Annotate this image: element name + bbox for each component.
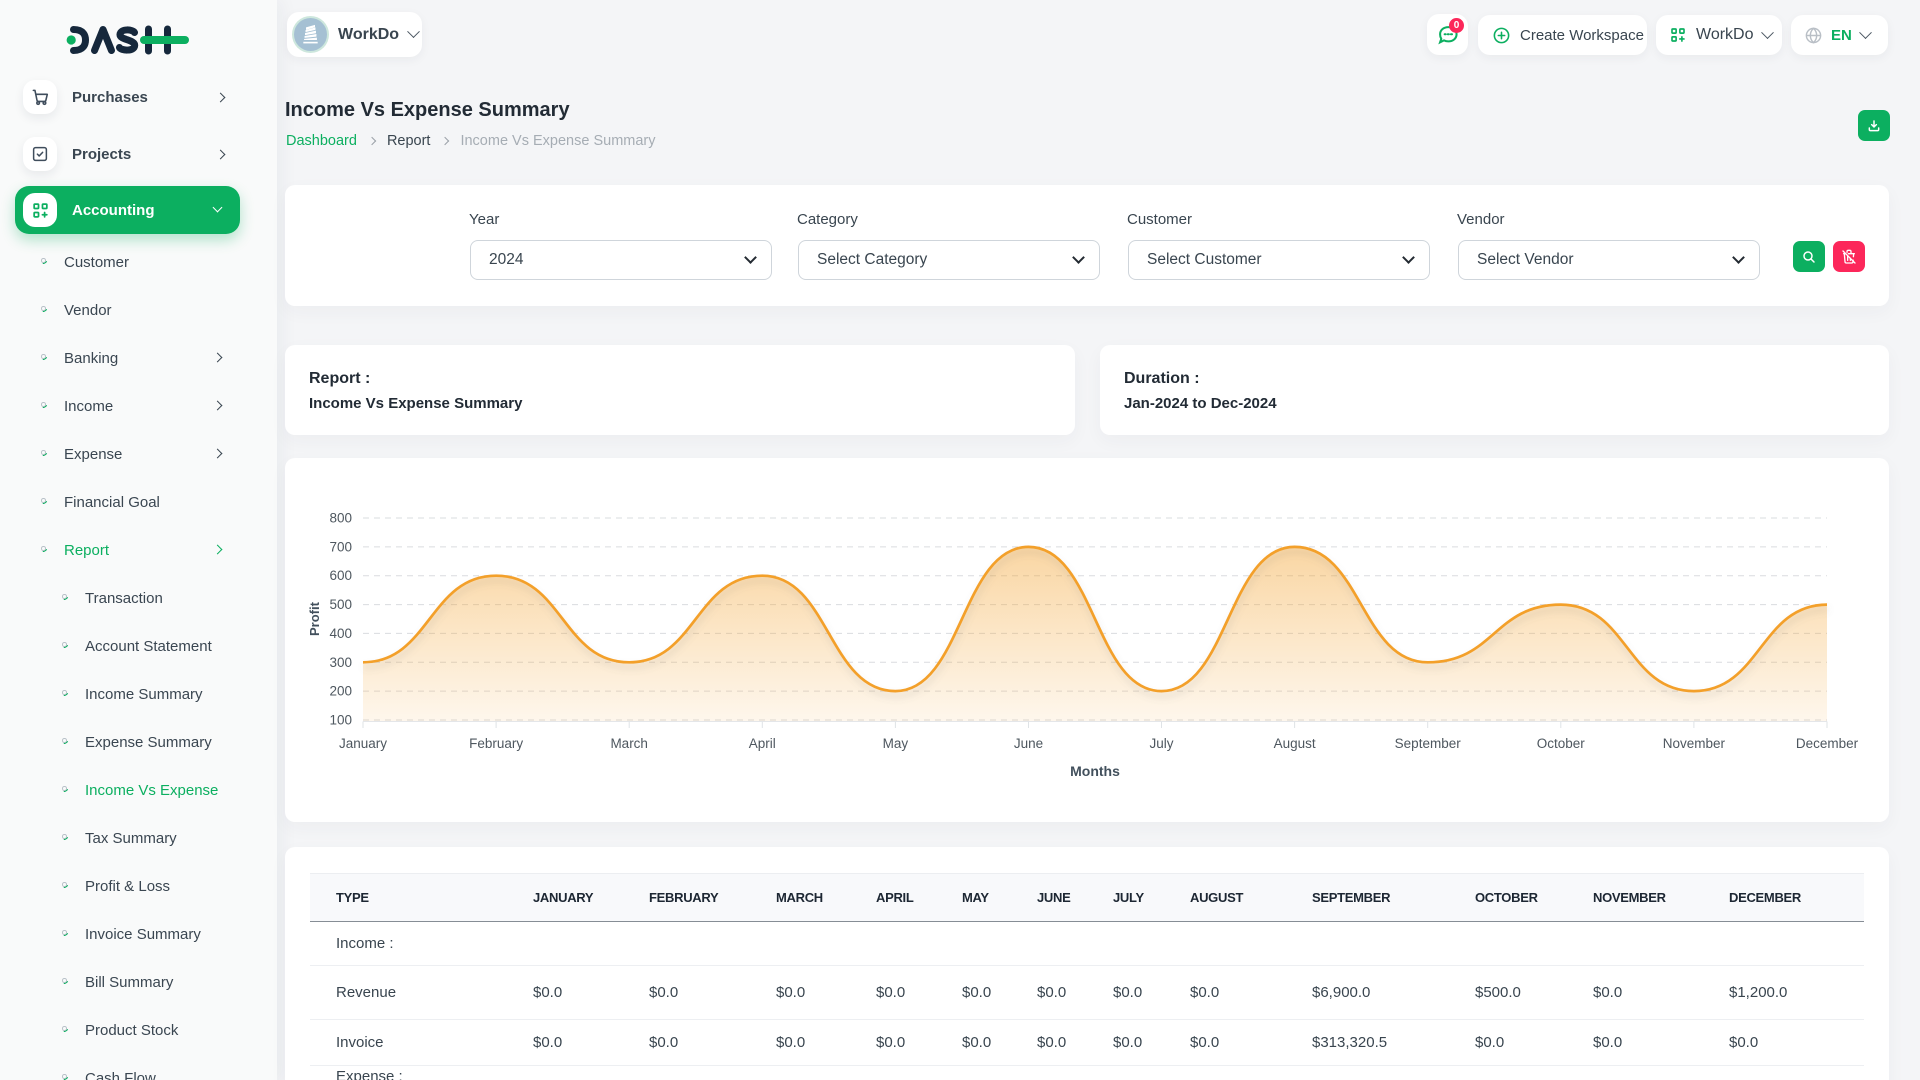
svg-text:September: September xyxy=(1395,736,1462,751)
svg-text:October: October xyxy=(1537,736,1586,751)
svg-text:800: 800 xyxy=(329,511,352,526)
svg-text:November: November xyxy=(1663,736,1726,751)
svg-text:April: April xyxy=(749,736,776,751)
svg-text:February: February xyxy=(469,736,523,751)
svg-text:100: 100 xyxy=(329,713,352,728)
svg-text:December: December xyxy=(1796,736,1859,751)
svg-text:January: January xyxy=(339,736,387,751)
svg-text:May: May xyxy=(883,736,909,751)
svg-text:July: July xyxy=(1149,736,1173,751)
svg-text:Profit: Profit xyxy=(307,601,322,636)
svg-text:500: 500 xyxy=(329,597,352,612)
svg-text:300: 300 xyxy=(329,655,352,670)
svg-text:200: 200 xyxy=(329,684,352,699)
svg-text:March: March xyxy=(610,736,648,751)
svg-text:700: 700 xyxy=(329,539,352,554)
svg-text:August: August xyxy=(1274,736,1316,751)
svg-text:400: 400 xyxy=(329,626,352,641)
svg-text:June: June xyxy=(1014,736,1043,751)
svg-text:Months: Months xyxy=(1070,763,1120,779)
svg-text:600: 600 xyxy=(329,568,352,583)
